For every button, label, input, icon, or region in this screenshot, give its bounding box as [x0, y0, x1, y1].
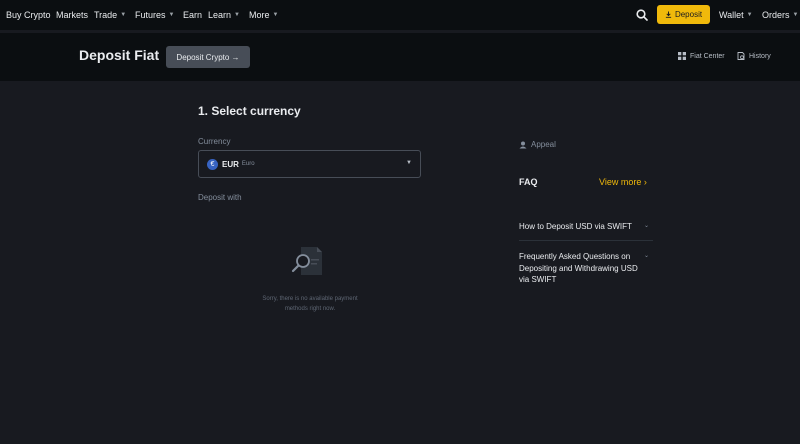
- view-more-link[interactable]: View more ›: [599, 177, 647, 187]
- nav-earn[interactable]: Earn: [183, 10, 202, 20]
- euro-icon: €: [207, 158, 218, 170]
- chevron-down-icon: ⌄: [643, 253, 649, 259]
- currency-label: Currency: [198, 137, 231, 146]
- chevron-down-icon: ⌄: [643, 223, 649, 229]
- empty-message-line: Sorry, there is no available payment: [262, 296, 358, 302]
- nav-label: Buy Crypto: [6, 10, 51, 20]
- nav-futures[interactable]: Futures ▼: [135, 10, 174, 20]
- chevron-down-icon: ▼: [168, 12, 175, 18]
- currency-name: Euro: [241, 161, 255, 167]
- deposit-with-label: Deposit with: [198, 193, 242, 202]
- history-link[interactable]: History: [737, 52, 771, 60]
- chevron-down-icon: ▼: [272, 12, 279, 18]
- nav-orders[interactable]: Orders ▼: [762, 10, 798, 20]
- chevron-down-icon: ▼: [120, 12, 127, 18]
- top-nav: Buy Crypto Markets Trade ▼ Futures ▼ Ear…: [0, 0, 800, 30]
- nav-label: Futures: [135, 10, 166, 20]
- nav-label: Earn: [183, 10, 203, 20]
- appeal-link[interactable]: Appeal: [519, 140, 556, 149]
- faq-item[interactable]: How to Deposit USD via SWIFT ⌄: [519, 221, 653, 233]
- appeal-icon: [519, 141, 527, 148]
- section-title: 1. Select currency: [198, 104, 301, 118]
- download-icon: [665, 11, 672, 18]
- nav-label: More: [249, 10, 270, 20]
- nav-label: Trade: [94, 10, 118, 20]
- chevron-down-icon: ▼: [406, 160, 412, 166]
- search-icon[interactable]: [636, 9, 648, 21]
- faq-title: FAQ: [519, 177, 538, 187]
- deposit-button[interactable]: Deposit: [657, 5, 710, 24]
- fiat-center-label: Fiat Center: [690, 52, 725, 60]
- faq-divider: [519, 240, 653, 241]
- deposit-crypto-label: Deposit Crypto →: [176, 52, 240, 62]
- chevron-down-icon: ▼: [234, 12, 240, 18]
- nav-label: Learn: [208, 10, 232, 20]
- currency-code: EUR: [222, 159, 239, 169]
- nav-label: Markets: [56, 10, 89, 20]
- nav-trade[interactable]: Trade ▼: [94, 10, 126, 20]
- faq-question: How to Deposit USD via SWIFT: [519, 222, 632, 231]
- empty-message-line: methods right now.: [284, 306, 336, 312]
- nav-label: Orders: [762, 10, 790, 20]
- nav-wallet[interactable]: Wallet ▼: [719, 10, 753, 20]
- faq-item[interactable]: Frequently Asked Questions on Depositing…: [519, 251, 653, 286]
- currency-select[interactable]: € EUR Euro ▼: [198, 150, 421, 178]
- empty-message: Sorry, there is no available payment met…: [240, 294, 380, 314]
- faq-question: Frequently Asked Questions on Depositing…: [519, 252, 638, 284]
- nav-label: Wallet: [719, 10, 744, 20]
- grid-icon: [678, 52, 686, 60]
- chevron-down-icon: ▼: [746, 12, 753, 18]
- nav-markets[interactable]: Markets: [56, 10, 88, 20]
- history-icon: [737, 52, 745, 60]
- chevron-down-icon: ▼: [792, 12, 799, 18]
- page-title: Deposit Fiat: [79, 47, 160, 63]
- appeal-label: Appeal: [531, 140, 556, 149]
- nav-learn[interactable]: Learn ▼: [208, 10, 240, 20]
- deposit-crypto-button[interactable]: Deposit Crypto →: [166, 46, 250, 68]
- deposit-button-label: Deposit: [674, 10, 703, 19]
- history-label: History: [749, 52, 771, 60]
- nav-buy-crypto[interactable]: Buy Crypto: [6, 10, 51, 20]
- empty-search-icon: [291, 247, 322, 275]
- nav-more[interactable]: More ▼: [249, 10, 278, 20]
- fiat-center-link[interactable]: Fiat Center: [678, 52, 725, 60]
